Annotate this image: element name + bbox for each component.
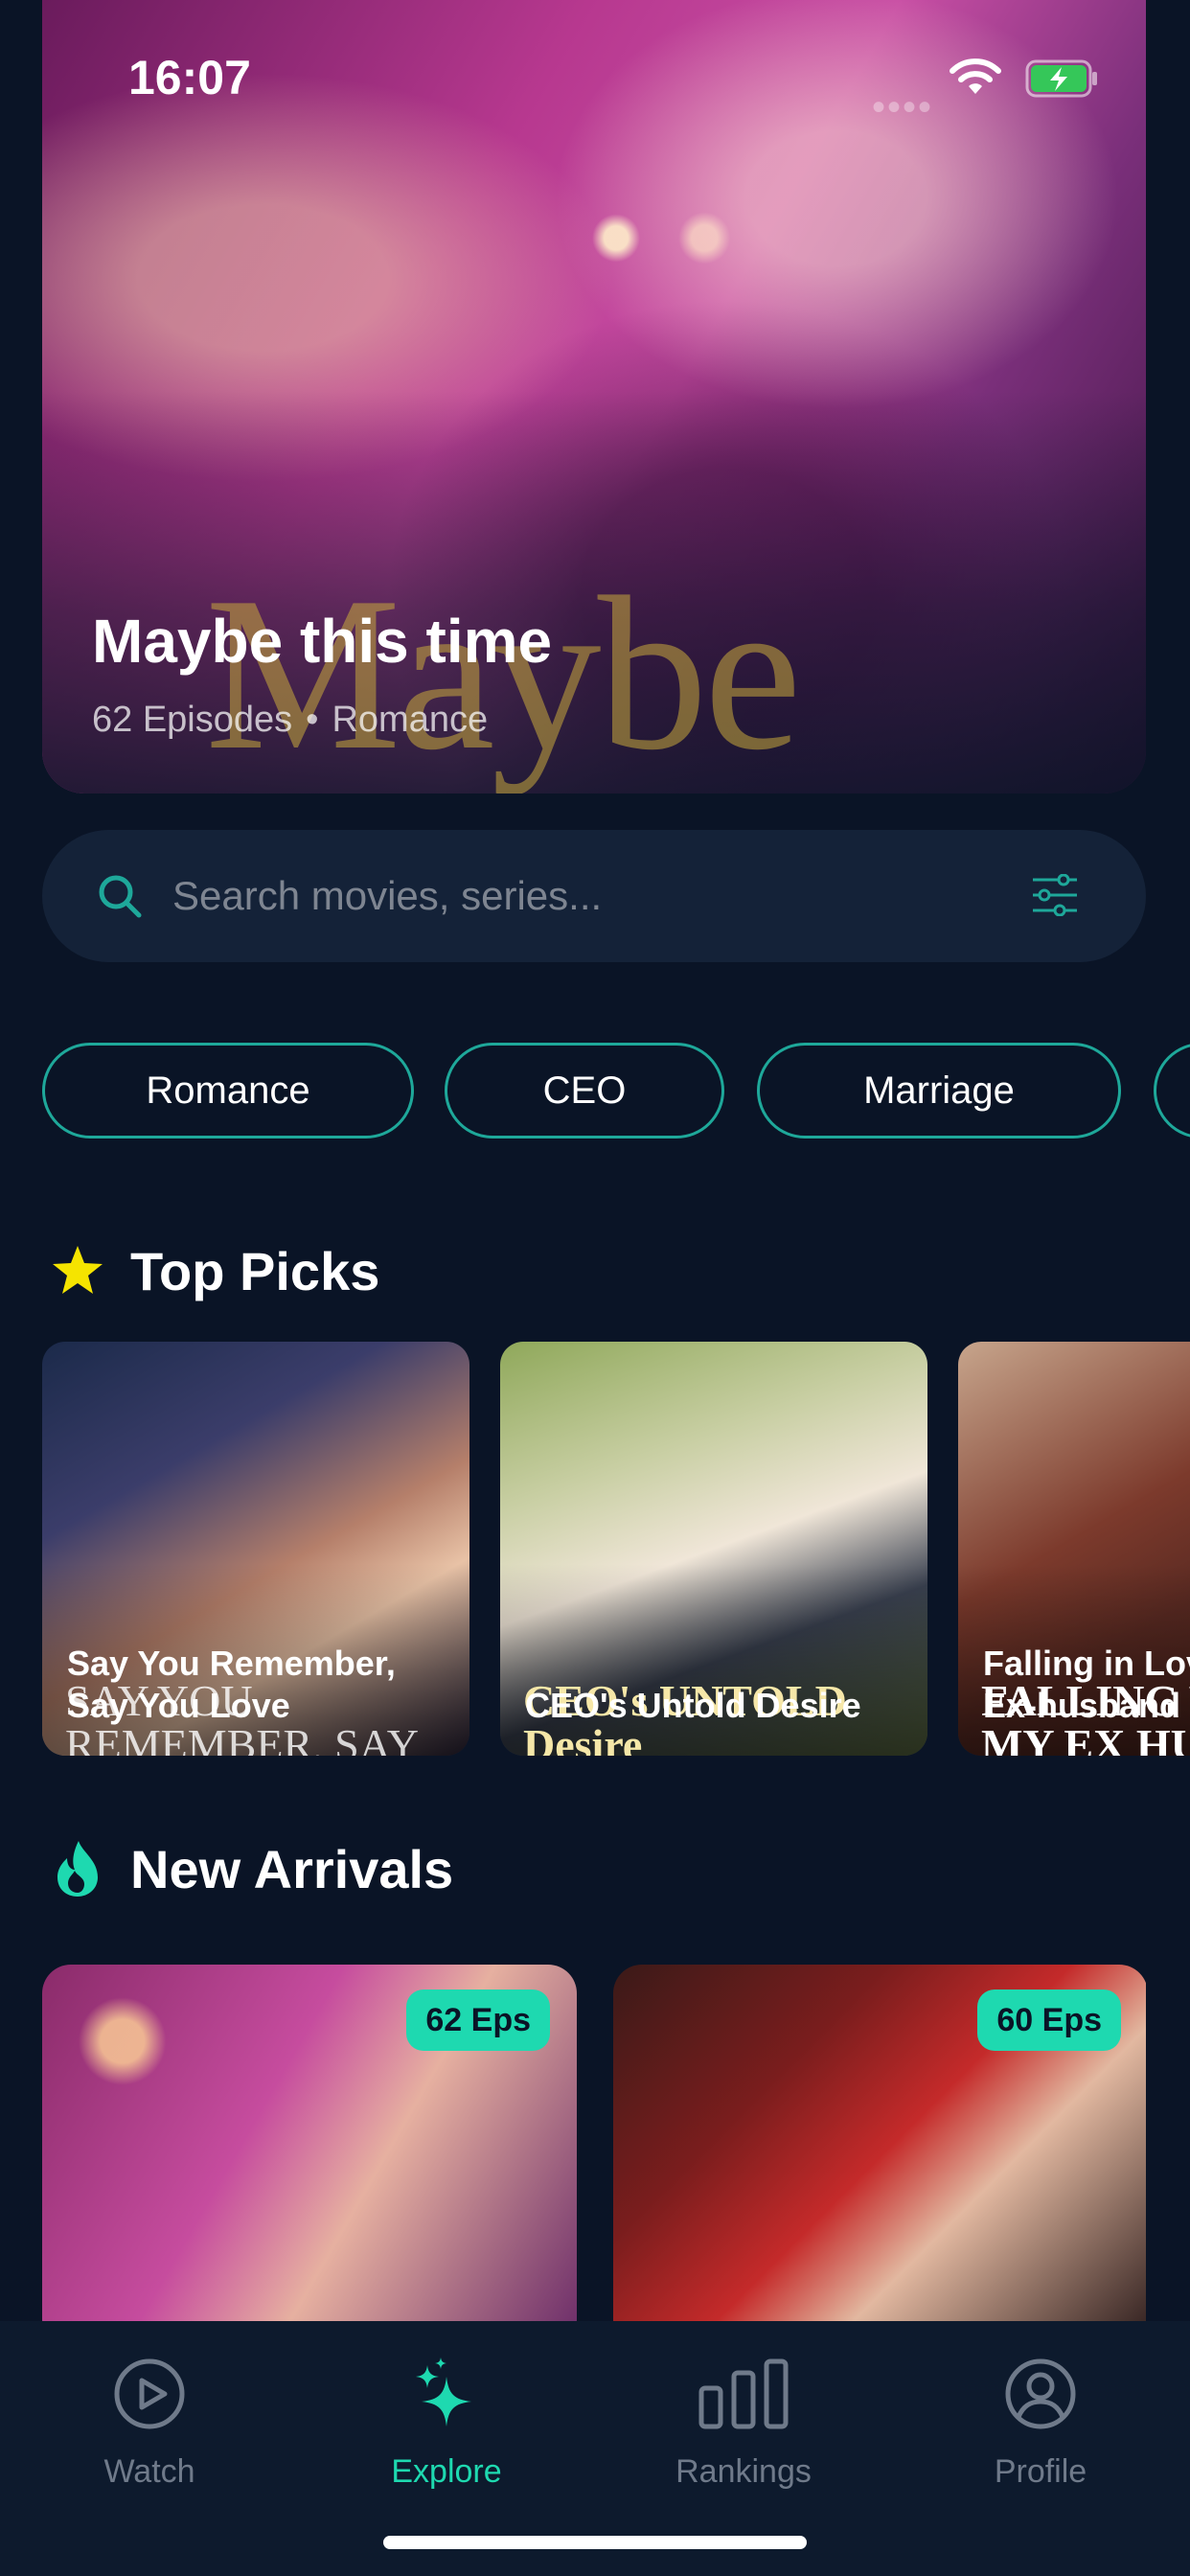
tab-label: Explore [391, 2453, 502, 2490]
hero-genre: Romance [332, 700, 489, 740]
tab-label: Profile [994, 2453, 1087, 2490]
chip-ceo[interactable]: CEO [445, 1043, 724, 1138]
star-icon [53, 1246, 103, 1294]
search-icon [99, 875, 142, 918]
flame-icon [57, 1841, 98, 1897]
home-indicator[interactable] [383, 2536, 807, 2549]
pick-title: Say You Remember, Say You Love [67, 1644, 396, 1725]
category-chips: Romance CEO Marriage [42, 1043, 1190, 1138]
pick-title: CEO's Untold Desire [525, 1686, 861, 1725]
sparkles-icon [416, 2358, 471, 2426]
filter-sliders-icon[interactable] [1031, 874, 1079, 916]
chip-more[interactable] [1154, 1043, 1190, 1138]
hero-title: Maybe this time [92, 607, 553, 676]
search-bar[interactable] [42, 830, 1146, 962]
battery-icon [1025, 59, 1097, 98]
tab-profile[interactable]: Profile [926, 2356, 1156, 2509]
episode-count-badge: 62 Eps [406, 1990, 550, 2051]
pick-title: Falling in Love with My Ex-husband [983, 1644, 1190, 1725]
wifi-icon [950, 58, 1001, 94]
play-circle-icon [114, 2358, 185, 2429]
tab-label: Rankings [675, 2453, 812, 2490]
hero-meta-separator: • [306, 700, 319, 740]
tab-watch[interactable]: Watch [34, 2356, 264, 2509]
new-arrivals-row: 62 Eps 60 Eps [42, 1965, 1146, 2321]
person-circle-icon [1005, 2358, 1076, 2429]
search-input[interactable] [172, 859, 1016, 933]
arrival-card[interactable]: 62 Eps [42, 1965, 577, 2321]
status-bar: 16:07 •••• [0, 0, 1190, 153]
episode-count-badge: 60 Eps [977, 1990, 1121, 2051]
cellular-signal-icon: •••• [872, 86, 934, 128]
tab-rankings[interactable]: Rankings [629, 2356, 858, 2509]
chip-romance[interactable]: Romance [42, 1043, 414, 1138]
tab-explore[interactable]: Explore [332, 2356, 561, 2509]
tab-label: Watch [103, 2453, 195, 2490]
top-picks-title: Top Picks [130, 1240, 380, 1301]
arrival-card[interactable]: 60 Eps [613, 1965, 1146, 2321]
hero-episodes: 62 Episodes [92, 700, 293, 740]
chip-marriage[interactable]: Marriage [757, 1043, 1121, 1138]
new-arrivals-header: New Arrivals [50, 1830, 453, 1907]
pick-card[interactable]: FALLING WITH MY EX HUSBAND Falling in Lo… [958, 1342, 1190, 1756]
top-picks-header: Top Picks [50, 1232, 379, 1309]
bar-chart-icon [698, 2358, 789, 2429]
new-arrivals-title: New Arrivals [130, 1838, 454, 1899]
pick-card[interactable]: CEO's UNTOLD Desire CEO's Untold Desire [500, 1342, 927, 1756]
top-picks-row: SAY YOU REMEMBER, SAY YOU LOVE Say You R… [42, 1342, 1190, 1756]
hero-meta: 62 Episodes • Romance [92, 700, 488, 741]
status-time: 16:07 [128, 51, 251, 104]
pick-card[interactable]: SAY YOU REMEMBER, SAY YOU LOVE Say You R… [42, 1342, 469, 1756]
